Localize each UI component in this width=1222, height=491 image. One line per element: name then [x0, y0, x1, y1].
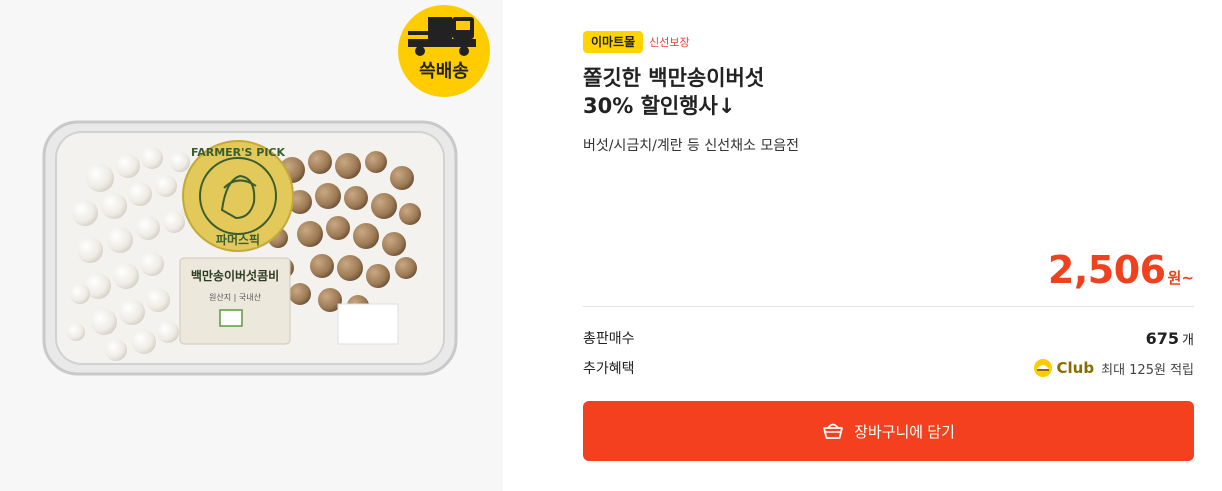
club-label: Club — [1056, 359, 1095, 377]
product-title: 쫄깃한 백만송이버섯 30% 할인행사↓ — [583, 64, 1194, 120]
benefit-value[interactable]: Club 최대 125원 적립 — [1033, 358, 1194, 378]
fresh-guarantee-tag: 신선보장 — [649, 36, 690, 49]
benefit-row: 추가혜택 Club 최대 125원 적립 — [583, 356, 1194, 380]
ssg-badge-label: 쓱배송 — [419, 61, 469, 82]
price: 2,506 원~ — [1048, 248, 1194, 292]
product-subtitle: 버섯/시금치/계란 등 신선채소 모음전 — [583, 138, 799, 154]
product-detail-panel: 이마트몰 신선보장 쫄깃한 백만송이버섯 30% 할인행사↓ 버섯/시금치/계란… — [583, 0, 1194, 491]
sales-count: 675 — [1145, 328, 1180, 348]
sales-row: 총판매수 675 개 — [583, 326, 1194, 350]
sticker-ko-text: 파머스픽 — [216, 232, 260, 247]
cart-icon — [823, 423, 844, 439]
benefit-label: 추가혜택 — [583, 361, 635, 377]
package-origin-text: 원산지 | 국내산 — [209, 292, 262, 302]
sales-value: 675 개 — [1146, 329, 1194, 348]
benefit-text: 최대 125원 적립 — [1101, 362, 1194, 378]
add-to-cart-label: 장바구니에 담기 — [854, 423, 955, 441]
sales-label: 총판매수 — [583, 331, 635, 347]
product-image-panel: FARMER'S PICK 파머스픽 백만송이버섯콤비 원산지 | 국내산 쓱배… — [0, 0, 503, 491]
price-unit: 원~ — [1167, 269, 1194, 287]
product-title-line1: 쫄깃한 백만송이버섯 — [583, 66, 765, 90]
mall-tag: 이마트몰 — [583, 31, 644, 53]
sticker-en-text: FARMER'S PICK — [191, 146, 286, 159]
product-image: FARMER'S PICK 파머스픽 백만송이버섯콤비 원산지 | 국내산 — [42, 120, 458, 376]
add-to-cart-button[interactable]: 장바구니에 담기 — [583, 401, 1194, 461]
product-title-line2: 30% 할인행사↓ — [583, 94, 736, 118]
divider — [583, 306, 1194, 307]
truck-icon — [408, 17, 476, 56]
club-icon — [1033, 359, 1052, 377]
package-label-text: 백만송이버섯콤비 — [191, 268, 279, 283]
product-tags: 이마트몰 신선보장 — [583, 31, 690, 53]
price-amount: 2,506 — [1047, 248, 1166, 292]
sales-unit: 개 — [1182, 332, 1194, 348]
ssg-delivery-badge: 쓱배송 — [398, 5, 490, 97]
